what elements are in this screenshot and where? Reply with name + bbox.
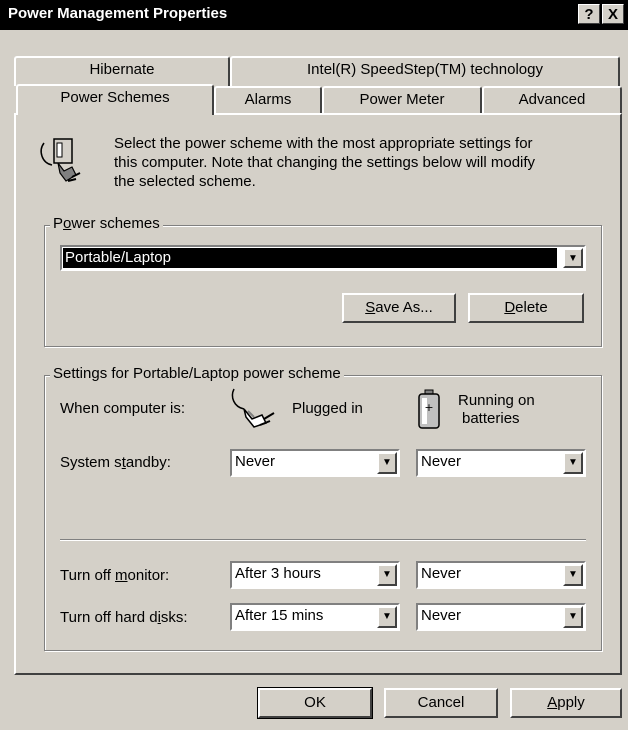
disks-plugged-value: After 15 mins — [235, 607, 324, 624]
standby-plugged-value: Never — [235, 453, 276, 470]
system-standby-label: System standby: — [60, 454, 171, 471]
label-text: sks: — [160, 609, 188, 626]
dialog-window: Power Management Properties ? X Hibernat… — [0, 0, 628, 730]
label-text: wer schemes — [71, 215, 160, 232]
label-text: onitor: — [127, 567, 170, 584]
battery-icon: + — [416, 389, 442, 431]
tab-power-schemes[interactable]: Power Schemes — [16, 84, 214, 115]
save-as-button[interactable]: Save As... — [342, 293, 456, 323]
tab-label: Advanced — [518, 91, 586, 108]
standby-batteries-select[interactable]: Never ▼ — [416, 449, 586, 477]
tab-panel: Select the power scheme with the most ap… — [14, 113, 622, 675]
tab-alarms[interactable]: Alarms — [214, 86, 322, 114]
label-text: Turn off hard d — [60, 609, 158, 626]
ok-button[interactable]: OK — [257, 687, 373, 719]
cancel-label: Cancel — [417, 694, 465, 711]
tab-label: Power Meter — [359, 91, 445, 108]
ok-label: OK — [304, 694, 326, 711]
chevron-down-icon[interactable]: ▼ — [563, 564, 583, 586]
standby-plugged-select[interactable]: Never ▼ — [230, 449, 400, 477]
apply-label: pply — [557, 694, 585, 711]
svg-text:+: + — [424, 401, 433, 414]
when-computer-label: When computer is: — [60, 400, 186, 417]
chevron-down-icon[interactable]: ▼ — [377, 564, 397, 586]
divider — [60, 539, 586, 541]
plug-icon — [230, 385, 280, 429]
monitor-batteries-value: Never — [421, 565, 462, 582]
save-as-label: ave As... — [375, 299, 433, 316]
tab-power-meter[interactable]: Power Meter — [322, 86, 482, 114]
label-text: Turn off — [60, 567, 116, 584]
disks-plugged-select[interactable]: After 15 mins ▼ — [230, 603, 400, 631]
monitor-batteries-select[interactable]: Never ▼ — [416, 561, 586, 589]
tab-label: Intel(R) SpeedStep(TM) technology — [307, 61, 543, 78]
label-accel: m — [115, 567, 128, 584]
label-text: andby: — [125, 454, 171, 471]
monitor-plugged-select[interactable]: After 3 hours ▼ — [230, 561, 400, 589]
save-as-accel: S — [365, 299, 376, 316]
label-text: System s — [60, 454, 122, 471]
power-schemes-group — [44, 225, 602, 347]
chevron-down-icon[interactable]: ▼ — [563, 248, 583, 268]
tab-speedstep[interactable]: Intel(R) SpeedStep(TM) technology — [230, 56, 620, 86]
turn-off-monitor-label: Turn off monitor: — [60, 567, 169, 584]
label-text: P — [53, 215, 64, 232]
power-scheme-value: Portable/Laptop — [65, 249, 171, 266]
intro-line-3: the selected scheme. — [114, 173, 256, 190]
chevron-down-icon[interactable]: ▼ — [377, 452, 397, 474]
monitor-plugged-value: After 3 hours — [235, 565, 321, 582]
intro-line-2: this computer. Note that changing the se… — [114, 154, 536, 171]
chevron-down-icon[interactable]: ▼ — [563, 452, 583, 474]
plugged-in-label: Plugged in — [292, 400, 363, 417]
batteries-label-1: Running on — [458, 392, 535, 409]
tab-label: Alarms — [244, 91, 292, 108]
power-plug-icon — [36, 137, 84, 185]
tab-label: Hibernate — [89, 61, 155, 78]
help-button[interactable]: ? — [578, 4, 600, 24]
delete-label: elete — [515, 299, 548, 316]
tab-hibernate[interactable]: Hibernate — [14, 56, 230, 86]
chevron-down-icon[interactable]: ▼ — [563, 606, 583, 628]
delete-button[interactable]: Delete — [468, 293, 584, 323]
batteries-label-2: batteries — [462, 410, 520, 427]
close-button[interactable]: X — [602, 4, 624, 24]
tab-advanced[interactable]: Advanced — [482, 86, 622, 114]
disks-batteries-select[interactable]: Never ▼ — [416, 603, 586, 631]
window-title: Power Management Properties — [8, 5, 228, 22]
delete-accel: D — [504, 299, 516, 316]
turn-off-hard-disks-label: Turn off hard disks: — [60, 609, 188, 626]
power-scheme-select[interactable]: Portable/Laptop ▼ — [60, 245, 586, 271]
settings-group-label: Settings for Portable/Laptop power schem… — [50, 365, 344, 382]
disks-batteries-value: Never — [421, 607, 462, 624]
chevron-down-icon[interactable]: ▼ — [377, 606, 397, 628]
power-schemes-group-label: Power schemes — [50, 215, 163, 232]
title-bar: Power Management Properties ? X — [0, 0, 628, 30]
intro-line-1: Select the power scheme with the most ap… — [114, 135, 533, 152]
tab-label: Power Schemes — [60, 89, 170, 106]
standby-batteries-value: Never — [421, 453, 462, 470]
cancel-button[interactable]: Cancel — [384, 688, 498, 718]
apply-accel: A — [547, 694, 558, 711]
apply-button[interactable]: Apply — [510, 688, 622, 718]
